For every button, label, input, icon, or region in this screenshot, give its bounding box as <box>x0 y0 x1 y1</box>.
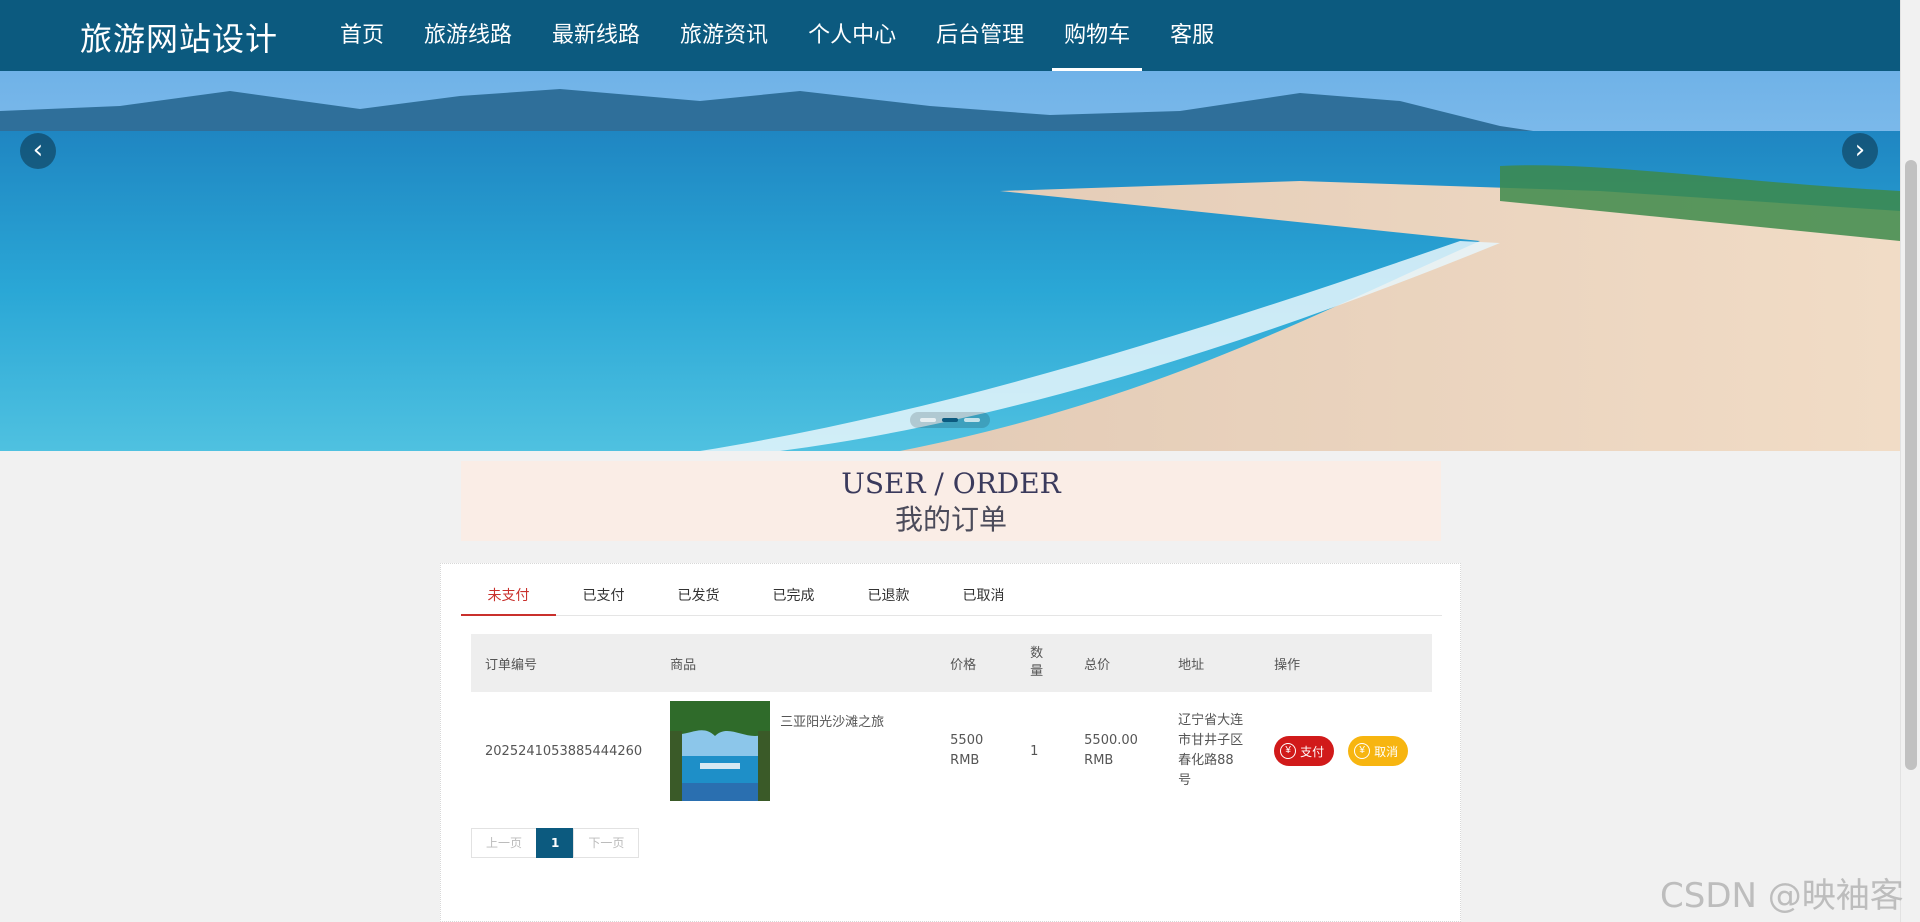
product-cell: 三亚阳光沙滩之旅 <box>656 692 936 810</box>
carousel-dot[interactable] <box>964 418 980 422</box>
order-page-title: USER / ORDER 我的订单 <box>461 461 1441 541</box>
column-header-address: 地址 <box>1178 657 1205 673</box>
nav-item-home[interactable]: 首页 <box>320 0 404 71</box>
nav-item-latest-routes[interactable]: 最新线路 <box>532 0 660 71</box>
tab-shipped[interactable]: 已发货 <box>651 576 746 615</box>
tab-completed[interactable]: 已完成 <box>746 576 841 615</box>
pagination: 上一页 1 下一页 <box>471 828 640 858</box>
chevron-right-icon: › <box>1854 135 1866 165</box>
pay-button-label: 支付 <box>1300 744 1325 759</box>
column-header-order-id: 订单编号 <box>485 657 538 673</box>
address-cell: 辽宁省大连市甘井子区春化路88号 <box>1178 713 1244 788</box>
column-header-product: 商品 <box>670 657 697 673</box>
title-chinese: 我的订单 <box>894 503 1007 536</box>
top-navbar: 旅游网站设计 首页 旅游线路 最新线路 旅游资讯 个人中心 后台管理 购物车 客… <box>0 0 1900 71</box>
title-english: USER / ORDER <box>841 467 1061 500</box>
product-name[interactable]: 三亚阳光沙滩之旅 <box>780 701 884 730</box>
pay-button[interactable]: ¥ 支付 <box>1274 736 1335 766</box>
banner-beach-image <box>0 71 1900 451</box>
table-header-row: 订单编号 商品 价格 数量 总价 地址 操作 <box>471 634 1432 692</box>
current-page-button[interactable]: 1 <box>536 828 575 858</box>
carousel-dot[interactable] <box>942 418 958 422</box>
banner-carousel: ‹ › <box>0 71 1900 451</box>
prev-page-button[interactable]: 上一页 <box>471 828 538 858</box>
next-page-button[interactable]: 下一页 <box>573 828 640 858</box>
quantity-cell: 1 <box>1030 743 1039 759</box>
csdn-watermark: CSDN @映袖客 <box>1660 876 1904 916</box>
nav-item-admin[interactable]: 后台管理 <box>916 0 1044 71</box>
table-row: 2025241053885444260 三亚阳光沙滩之旅 5500 RMB 1 … <box>471 692 1432 810</box>
scrollbar-thumb[interactable] <box>1905 160 1917 770</box>
carousel-dot[interactable] <box>920 418 936 422</box>
carousel-next-button[interactable]: › <box>1842 133 1878 169</box>
column-header-actions: 操作 <box>1274 657 1301 673</box>
price-cell: 5500 RMB <box>950 733 984 768</box>
orders-panel: 未支付 已支付 已发货 已完成 已退款 已取消 订单编号 商品 价格 数量 总价… <box>440 563 1461 922</box>
total-cell: 5500.00 RMB <box>1084 733 1138 768</box>
cancel-button[interactable]: ¥ 取消 <box>1348 736 1409 766</box>
order-id-cell: 2025241053885444260 <box>485 743 643 759</box>
tab-refunded[interactable]: 已退款 <box>841 576 936 615</box>
yen-icon: ¥ <box>1280 743 1297 759</box>
nav-item-cart[interactable]: 购物车 <box>1044 0 1150 71</box>
order-status-tabs: 未支付 已支付 已发货 已完成 已退款 已取消 <box>461 576 1442 616</box>
vertical-scrollbar[interactable] <box>1900 0 1920 922</box>
tab-cancelled[interactable]: 已取消 <box>936 576 1031 615</box>
column-header-quantity: 数量 <box>1030 646 1044 679</box>
carousel-indicators <box>910 412 990 428</box>
nav-item-travel-news[interactable]: 旅游资讯 <box>660 0 788 71</box>
nav-item-travel-routes[interactable]: 旅游线路 <box>404 0 532 71</box>
site-brand[interactable]: 旅游网站设计 <box>80 14 278 60</box>
product-thumbnail[interactable] <box>670 701 771 801</box>
chevron-left-icon: ‹ <box>32 135 44 165</box>
nav-item-user-center[interactable]: 个人中心 <box>788 0 916 71</box>
carousel-prev-button[interactable]: ‹ <box>20 133 56 169</box>
tab-paid[interactable]: 已支付 <box>556 576 651 615</box>
tab-unpaid[interactable]: 未支付 <box>461 576 556 616</box>
main-nav: 首页 旅游线路 最新线路 旅游资讯 个人中心 后台管理 购物车 客服 <box>320 0 1234 71</box>
column-header-price: 价格 <box>950 657 977 673</box>
nav-item-service[interactable]: 客服 <box>1150 0 1234 71</box>
orders-table: 订单编号 商品 价格 数量 总价 地址 操作 20252410538854442… <box>471 634 1432 810</box>
actions-cell: ¥ 支付 ¥ 取消 <box>1260 692 1432 810</box>
column-header-total: 总价 <box>1084 657 1111 673</box>
cancel-button-label: 取消 <box>1374 744 1399 759</box>
yen-icon: ¥ <box>1354 743 1371 759</box>
